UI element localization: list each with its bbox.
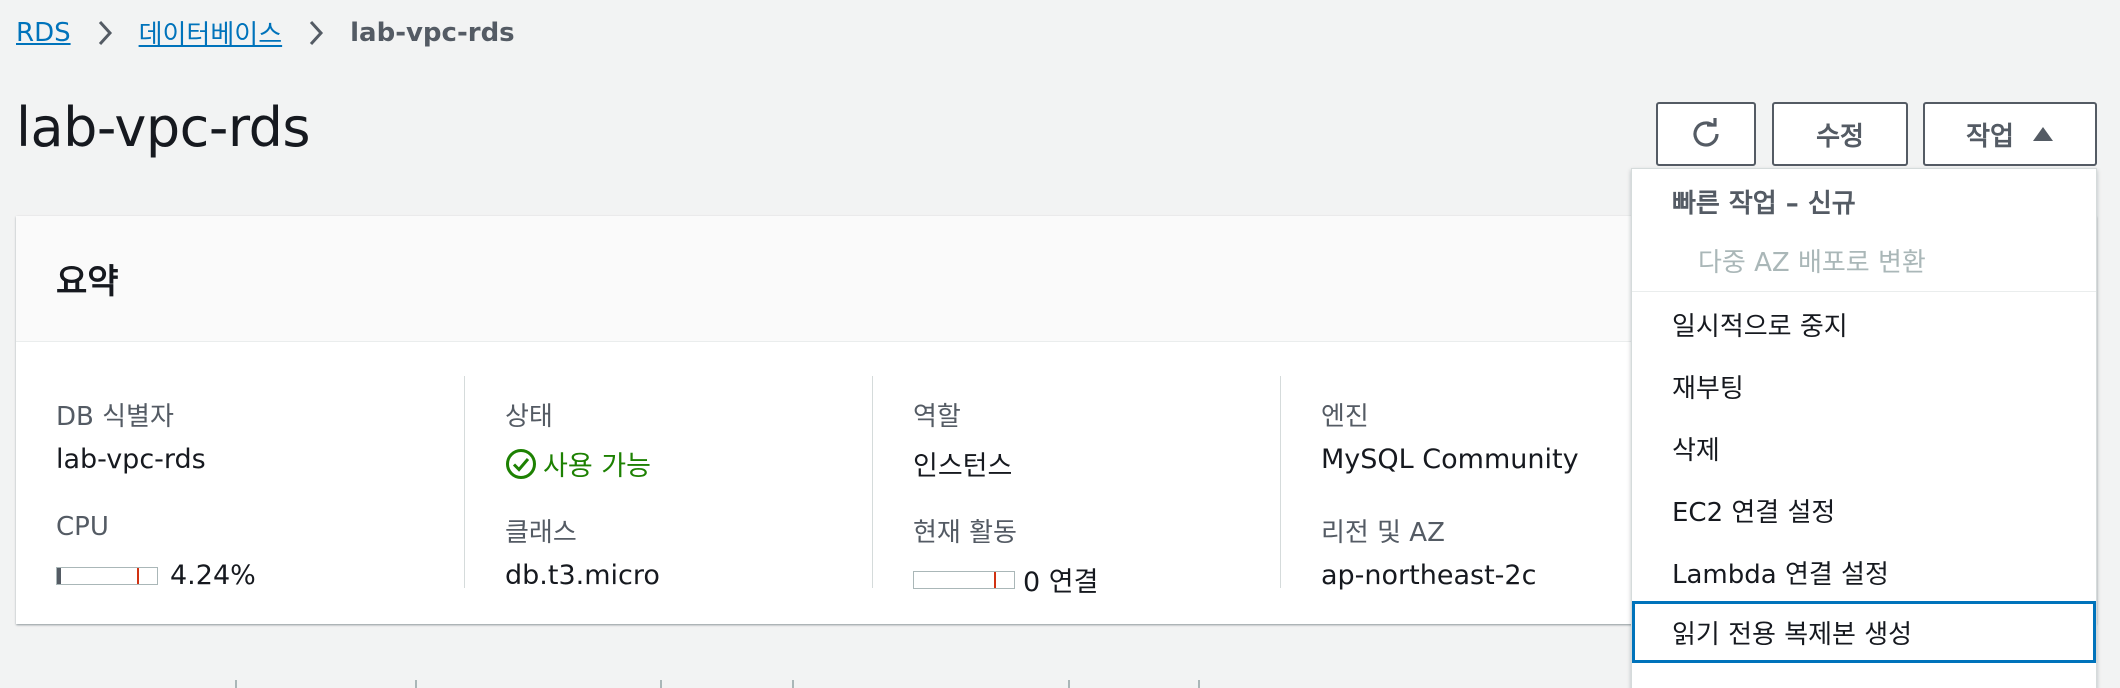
breadcrumb-link-databases[interactable]: 데이터베이스: [139, 14, 283, 51]
region-label: 리전 및 AZ: [1321, 518, 1445, 548]
cpu-label: CPU: [56, 512, 109, 542]
cpu-value-row: 4.24%: [56, 560, 256, 591]
engine-value: MySQL Community: [1321, 444, 1579, 475]
db-identifier-label: DB 식별자: [56, 402, 174, 432]
menu-divider: [1632, 291, 2096, 292]
class-label: 클래스: [505, 518, 577, 548]
activity-value: 0 연결: [1023, 567, 1099, 598]
chevron-right-icon: [306, 18, 326, 48]
cpu-meter: [56, 566, 158, 585]
breadcrumb-current: lab-vpc-rds: [350, 17, 515, 48]
activity-label: 현재 활동: [913, 518, 1017, 548]
summary-column-identifier: DB 식별자 lab-vpc-rds CPU 4.24%: [16, 376, 466, 591]
cpu-meter-threshold: [137, 567, 139, 584]
refresh-icon: [1693, 118, 1719, 147]
tab-divider: [415, 680, 417, 688]
class-value: db.t3.micro: [505, 560, 660, 591]
menu-item-create-read-replica[interactable]: 읽기 전용 복제본 생성: [1632, 601, 2096, 663]
activity-meter: [913, 570, 1015, 589]
actions-button-label: 작업: [1966, 121, 2014, 152]
actions-button[interactable]: 작업: [1923, 102, 2097, 166]
tab-divider: [235, 680, 237, 688]
tab-divider: [660, 680, 662, 688]
summary-column-role: 역할 인스턴스 현재 활동 0 연결: [872, 376, 1280, 598]
region-value: ap-northeast-2c: [1321, 560, 1537, 591]
tab-divider: [1198, 680, 1200, 688]
refresh-button[interactable]: [1656, 102, 1756, 166]
menu-item-ec2-connection[interactable]: EC2 연결 설정: [1632, 479, 2096, 541]
status-value: 사용 가능: [543, 451, 651, 482]
tab-divider: [792, 680, 794, 688]
page-title: lab-vpc-rds: [16, 96, 310, 159]
summary-column-engine: 엔진 MySQL Community 리전 및 AZ ap-northeast-…: [1280, 376, 1640, 591]
edit-button[interactable]: 수정: [1772, 102, 1908, 166]
breadcrumb-link-rds[interactable]: RDS: [16, 18, 71, 48]
role-value: 인스턴스: [913, 451, 1013, 482]
cpu-meter-fill: [57, 567, 62, 584]
activity-value-row: 0 연결: [913, 560, 1098, 599]
chevron-right-icon: [95, 18, 115, 48]
check-circle-icon: [506, 448, 536, 479]
tab-divider: [1068, 680, 1070, 688]
menu-item-stop-temporarily[interactable]: 일시적으로 중지: [1632, 293, 2096, 355]
breadcrumb: RDS 데이터베이스 lab-vpc-rds: [16, 14, 515, 51]
menu-item-convert-multi-az: 다중 AZ 배포로 변환: [1698, 247, 1926, 278]
summary-title: 요약: [56, 262, 119, 302]
menu-group-title: 빠른 작업 – 신규: [1672, 189, 1856, 219]
menu-item-delete[interactable]: 삭제: [1632, 417, 2096, 479]
caret-up-icon: [2032, 127, 2053, 141]
actions-dropdown-menu: 빠른 작업 – 신규 다중 AZ 배포로 변환 일시적으로 중지 재부팅 삭제 …: [1631, 168, 2097, 688]
menu-item-lambda-connection[interactable]: Lambda 연결 설정: [1632, 541, 2096, 603]
db-identifier-value: lab-vpc-rds: [56, 444, 206, 475]
summary-column-status: 상태 사용 가능 클래스 db.t3.micro: [464, 376, 872, 591]
engine-label: 엔진: [1321, 402, 1369, 432]
role-label: 역할: [913, 402, 961, 432]
status-value-row: 사용 가능: [505, 444, 651, 483]
activity-meter-threshold: [994, 571, 996, 588]
status-label: 상태: [505, 402, 553, 432]
menu-item-reboot[interactable]: 재부팅: [1632, 355, 2096, 417]
cpu-value: 4.24%: [170, 560, 256, 591]
